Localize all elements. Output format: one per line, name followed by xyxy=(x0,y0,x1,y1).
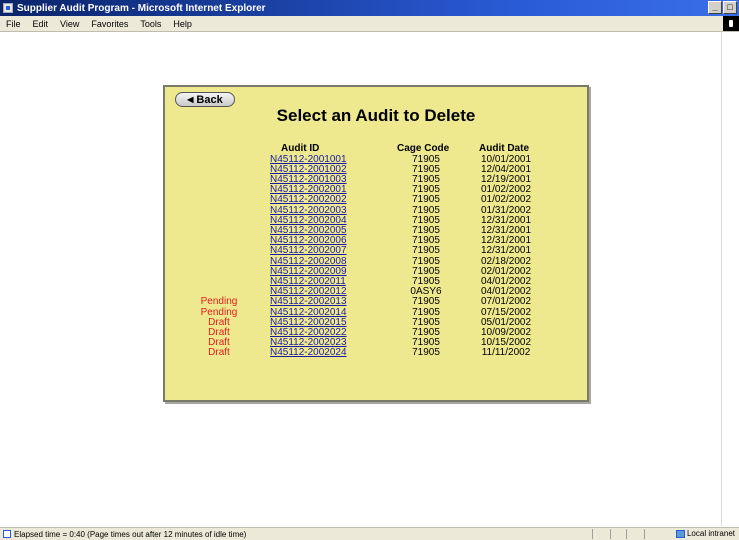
ie-app-icon xyxy=(3,3,13,13)
audit-id-link[interactable]: N45112-2002002 xyxy=(270,195,347,205)
audit-status: Draft xyxy=(208,347,230,359)
table-row: N45112-2001001 71905 10/01/2001 xyxy=(165,154,585,165)
status-pane-divider xyxy=(626,529,627,539)
page-title: Select an Audit to Delete xyxy=(276,106,476,125)
audit-delete-panel: ◀ Back Select an Audit to Delete Audit I… xyxy=(163,85,589,402)
status-text: Elapsed time = 0:40 (Page times out afte… xyxy=(14,529,247,539)
audit-id-link[interactable]: N45112-2002024 xyxy=(270,348,347,358)
audit-date: 11/11/2002 xyxy=(481,347,531,359)
menu-help[interactable]: Help xyxy=(167,19,198,29)
menu-favorites[interactable]: Favorites xyxy=(85,19,134,29)
minimize-button[interactable]: _ xyxy=(708,1,722,14)
audit-date: 12/31/2001 xyxy=(480,245,532,257)
menu-bar: File Edit View Favorites Tools Help xyxy=(0,16,739,32)
window-title-bar: Supplier Audit Program - Microsoft Inter… xyxy=(0,0,739,16)
page-icon xyxy=(3,530,11,538)
vertical-scrollbar[interactable] xyxy=(721,32,739,526)
table-row: Pending N45112-2002014 71905 07/15/2002 xyxy=(165,307,585,318)
table-row: Pending N45112-2002013 71905 07/01/2002 xyxy=(165,297,585,307)
zone-label: Local intranet xyxy=(686,529,735,538)
audit-date: 07/01/2002 xyxy=(480,296,532,308)
window-title: Supplier Audit Program - Microsoft Inter… xyxy=(17,2,266,14)
cage-code: 71905 xyxy=(412,347,440,359)
menu-view[interactable]: View xyxy=(54,19,85,29)
audit-id-link[interactable]: N45112-2002013 xyxy=(270,297,347,307)
table-row: N45112-2002008 71905 02/18/2002 xyxy=(165,256,585,267)
menu-edit[interactable]: Edit xyxy=(27,19,55,29)
cage-code: 71905 xyxy=(412,296,440,308)
table-row: N45112-2002007 71905 12/31/2001 xyxy=(165,246,585,256)
table-row: Draft N45112-2002024 71905 11/11/2002 xyxy=(165,348,585,358)
table-row: N45112-2002003 71905 01/31/2002 xyxy=(165,205,585,216)
cage-code: 71905 xyxy=(412,194,440,206)
intranet-zone-icon xyxy=(675,529,685,538)
status-bar: Elapsed time = 0:40 (Page times out afte… xyxy=(0,527,739,540)
back-button-label: Back xyxy=(196,93,223,106)
status-pane-divider xyxy=(610,529,611,539)
window-controls: _ □ xyxy=(708,1,737,14)
audit-id-link[interactable]: N45112-2002007 xyxy=(270,246,347,256)
audit-status: Pending xyxy=(200,296,238,308)
status-pane-divider xyxy=(592,529,593,539)
left-triangle-icon: ◀ xyxy=(187,95,194,104)
menu-file[interactable]: File xyxy=(0,19,27,29)
menu-tools[interactable]: Tools xyxy=(134,19,167,29)
back-button[interactable]: ◀ Back xyxy=(175,92,235,107)
ie-throbber-icon xyxy=(723,16,739,31)
security-zone: Local intranet xyxy=(675,529,735,538)
header-audit-id: Audit ID xyxy=(281,143,320,154)
header-cage-code: Cage Code xyxy=(397,143,450,154)
status-pane-divider xyxy=(644,529,645,539)
cage-code: 71905 xyxy=(412,245,440,257)
audit-date: 01/02/2002 xyxy=(480,194,532,206)
header-audit-date: Audit Date xyxy=(479,143,529,154)
table-row: N45112-2002002 71905 01/02/2002 xyxy=(165,195,585,205)
restore-button[interactable]: □ xyxy=(723,1,737,14)
